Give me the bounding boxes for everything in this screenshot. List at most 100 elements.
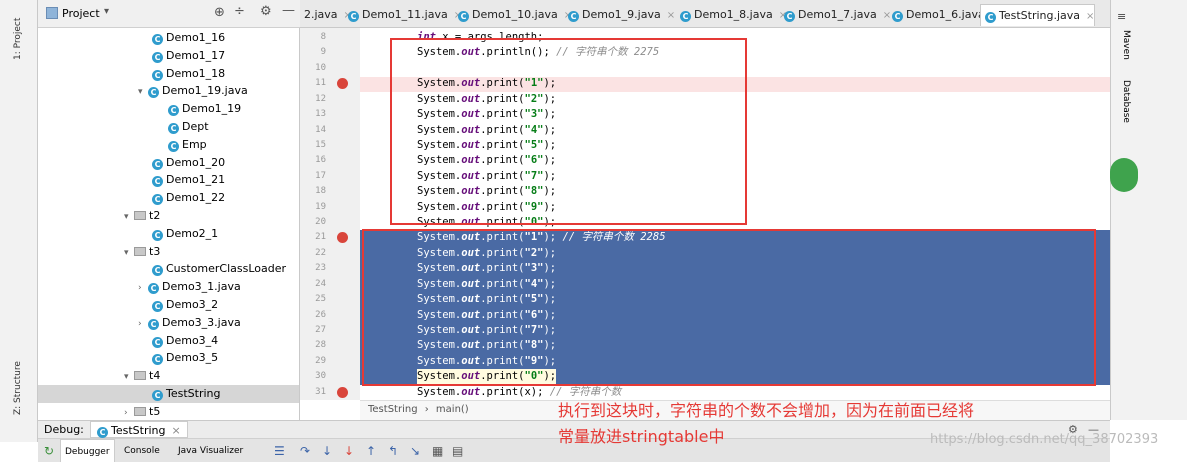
tree-item[interactable]: C Demo1_20 [152,154,225,172]
tree-item[interactable]: C Demo1_22 [152,189,225,207]
class-icon: C [168,140,179,152]
code-comment: // 字符串个数 [549,385,622,398]
tree-item[interactable]: C CustomerClassLoader [152,260,286,278]
debug-session-tab[interactable]: C TestString × [90,421,188,438]
close-icon[interactable]: × [172,424,181,437]
tree-item[interactable]: C TestString [38,385,299,403]
tree-folder[interactable]: ▾ t4 [124,367,160,385]
collapse-icon[interactable]: ÷ [234,4,245,19]
tab-demo1-8-java[interactable]: C Demo1_8.java × [676,4,787,26]
tree-item-label: Demo3_4 [166,333,219,347]
tree-item-label: Demo3_3.java [162,315,241,329]
chevron-down-icon[interactable]: ▾ [138,83,148,101]
tree-item[interactable]: C Emp [168,136,207,154]
chevron-down-icon[interactable]: ▾ [124,208,134,226]
run-indicator-icon[interactable] [1110,158,1138,192]
tree-item[interactable]: C Demo1_21 [152,171,225,189]
tree-item[interactable]: C Dept [168,118,209,136]
step-out-icon[interactable]: ↑ [366,439,376,462]
chevron-down-icon[interactable]: ▾ [104,6,109,17]
ide-window: 1: Project Z: Structure Project ▾ ⊕ ÷ ⚙ … [0,0,1187,462]
tree-item[interactable]: › C Demo3_1.java [138,278,241,296]
tree-item-label: Demo1_21 [166,173,226,187]
tree-item[interactable]: C Demo3_4 [152,332,218,350]
tab-demo1-10-java[interactable]: CDemo1_10.java× [454,4,572,26]
class-icon: C [152,354,163,366]
tab-demo1-7-java[interactable]: C Demo1_7.java × [780,4,891,26]
tree-folder[interactable]: ▾ t3 [124,243,160,261]
table-icon[interactable]: ▤ [452,439,463,462]
chevron-down-icon[interactable]: ▾ [124,244,134,262]
close-icon[interactable]: × [667,10,675,21]
tab-label: Demo1_8.java [694,8,773,21]
tree-folder[interactable]: › t5 [124,403,161,421]
tree-folder[interactable]: ▾ t2 [124,207,160,225]
tree-item[interactable]: C Demo3_5 [152,349,218,367]
class-icon: C [152,229,163,241]
line-number: 17 [315,170,326,181]
hide-icon[interactable]: — [282,3,295,18]
breakpoint-icon[interactable] [337,386,348,398]
tree-item[interactable]: › C Demo3_3.java [138,314,241,332]
step-into-icon[interactable]: ↓ [322,439,332,462]
breakpoint-icon[interactable] [337,232,348,244]
console-tab[interactable]: Console [124,439,160,462]
menu-icon[interactable]: ≡ [1117,10,1126,23]
tree-item[interactable]: C Demo2_1 [152,225,218,243]
tab-label: 2.java [304,8,338,21]
project-icon [46,7,58,19]
tree-item[interactable]: C Demo1_19 [168,100,241,118]
force-step-into-icon[interactable]: ↓ [344,439,354,462]
tree-item[interactable]: C Demo1_17 [152,47,225,65]
tree-item[interactable]: C Demo3_2 [152,296,218,314]
run-to-cursor-icon[interactable]: ↘ [410,439,420,462]
right-tool-stripe: ≡ Maven Database [1110,0,1187,420]
line-number: 27 [315,324,326,335]
chevron-right-icon[interactable]: › [138,315,148,333]
class-icon: C [148,283,159,295]
chevron-down-icon[interactable]: ▾ [124,368,134,386]
maven-tool-tab[interactable]: Maven [1121,30,1131,60]
tab-label: Demo1_6.java [906,8,985,21]
project-panel-title[interactable]: Project [62,7,100,20]
line-number: 29 [315,355,326,366]
debugger-tab[interactable]: Debugger [60,439,115,462]
class-icon: C [152,390,163,401]
tree-item[interactable]: C Demo1_18 [152,65,225,83]
class-icon: C [152,176,163,188]
line-number: 14 [315,124,326,135]
line-number: 24 [315,278,326,289]
tab-demo1-9-java[interactable]: C Demo1_9.java × [564,4,675,26]
structure-tool-tab[interactable]: Z: Structure [13,361,23,415]
project-panel: Project ▾ ⊕ ÷ ⚙ — C Demo1_16 C Demo1_17 C Dem… [38,0,300,436]
project-tool-tab[interactable]: 1: Project [13,18,23,60]
close-icon[interactable]: × [1086,11,1094,22]
tree-item-label: t5 [149,404,161,418]
tab-teststring-java[interactable]: C TestString.java × [980,4,1096,26]
breadcrumb-method[interactable]: main() [436,404,469,415]
annotation-box-bottom [362,229,1096,386]
class-icon: C [168,123,179,134]
evaluate-icon[interactable]: ▦ [432,439,443,462]
tree-item[interactable]: ▾ C Demo1_19.java [138,82,248,100]
database-tool-tab[interactable]: Database [1121,80,1131,123]
rerun-icon[interactable]: ↻ [44,439,54,462]
chevron-right-icon[interactable]: › [138,279,148,297]
package-icon [134,246,146,256]
gear-icon[interactable]: ⚙ [260,4,272,19]
breakpoint-icon[interactable] [337,78,348,90]
frames-icon[interactable]: ☰ [274,439,285,462]
line-number: 19 [315,201,326,212]
drop-frame-icon[interactable]: ↰ [388,439,398,462]
class-icon: C [152,301,163,312]
tree-item-label: Demo1_16 [166,31,226,44]
java-visualizer-tab[interactable]: Java Visualizer [178,439,243,462]
class-icon: C [148,318,159,330]
tree-item[interactable]: C Demo1_16 [152,29,225,47]
step-over-icon[interactable]: ↷ [300,439,310,462]
target-icon[interactable]: ⊕ [214,5,225,20]
tab-demo1-11-java[interactable]: CDemo1_11.java× [344,4,462,26]
breadcrumb-class[interactable]: TestString [368,404,418,415]
tab-label: Demo1_10.java [472,8,558,21]
class-icon: C [152,51,163,63]
